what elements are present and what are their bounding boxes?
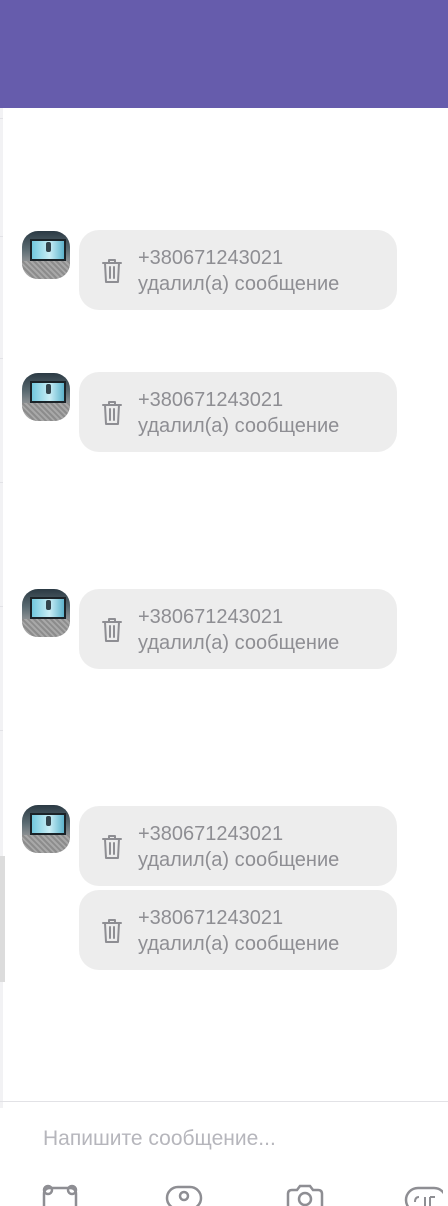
composer-divider: [0, 1101, 448, 1102]
trash-icon: [102, 618, 122, 642]
deleted-status-text: удалил(а) сообщение: [138, 632, 340, 654]
message-list[interactable]: +380671243021 удалил(а) сообщение +38067…: [0, 108, 448, 1102]
deleted-status-text: удалил(а) сообщение: [138, 933, 340, 955]
camera-icon[interactable]: [285, 1182, 325, 1206]
trash-icon: [102, 259, 122, 283]
deleted-message-bubble[interactable]: +380671243021 удалил(а) сообщение: [79, 589, 397, 669]
deleted-message-bubble[interactable]: +380671243021 удалил(а) сообщение: [79, 806, 397, 886]
deleted-status-text: удалил(а) сообщение: [138, 273, 340, 295]
message-input[interactable]: [43, 1124, 423, 1154]
mention-icon[interactable]: [164, 1182, 204, 1206]
deleted-status-text: удалил(а) сообщение: [138, 415, 340, 437]
deleted-message-bubble[interactable]: +380671243021 удалил(а) сообщение: [79, 890, 397, 970]
sender-phone: +380671243021: [138, 247, 284, 269]
sender-avatar[interactable]: [22, 805, 70, 853]
sender-phone: +380671243021: [138, 907, 284, 929]
sender-avatar[interactable]: [22, 373, 70, 421]
sender-avatar[interactable]: [22, 231, 70, 279]
sticker-icon[interactable]: [40, 1182, 80, 1206]
sender-phone: +380671243021: [138, 606, 284, 628]
chat-header: [0, 0, 448, 108]
trash-icon: [102, 919, 122, 943]
deleted-message-bubble[interactable]: +380671243021 удалил(а) сообщение: [79, 230, 397, 310]
trash-icon: [102, 835, 122, 859]
sender-phone: +380671243021: [138, 823, 284, 845]
deleted-message-bubble[interactable]: +380671243021 удалил(а) сообщение: [79, 372, 397, 452]
sender-avatar[interactable]: [22, 589, 70, 637]
gif-icon[interactable]: [403, 1182, 443, 1206]
trash-icon: [102, 401, 122, 425]
deleted-status-text: удалил(а) сообщение: [138, 849, 340, 871]
sender-phone: +380671243021: [138, 389, 284, 411]
